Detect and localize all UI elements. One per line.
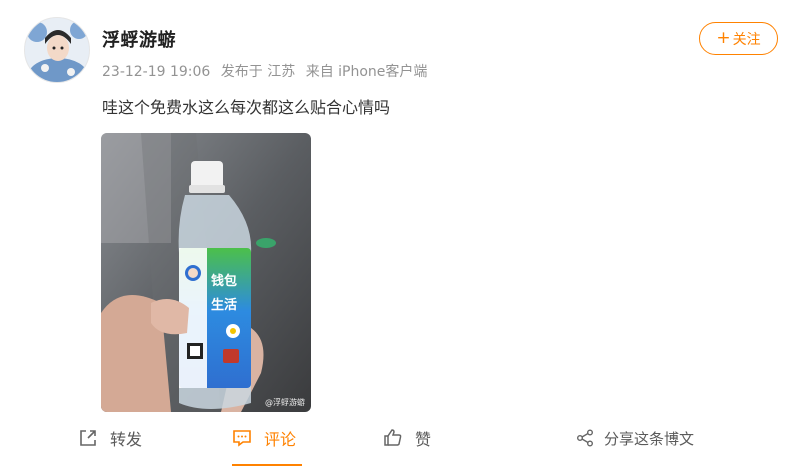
post-location: 发布于 江苏 bbox=[220, 64, 296, 80]
plus-icon: + bbox=[716, 28, 731, 48]
water-bottle-photo: 钱包 生活 bbox=[101, 133, 311, 412]
image-watermark: @浮蜉游蝣 bbox=[265, 398, 305, 407]
thumbs-up-icon bbox=[384, 429, 402, 446]
bottle-label-line2: 生活 bbox=[211, 297, 237, 313]
share-label: 分享这条博文 bbox=[604, 429, 695, 448]
post-text: 哇这个免费水这么每次都这么贴合心情吗 bbox=[102, 98, 391, 117]
repost-label: 转发 bbox=[110, 430, 143, 449]
username[interactable]: 浮蜉游蝣 bbox=[102, 26, 176, 52]
comment-tab-indicator bbox=[232, 464, 302, 466]
post-source: 来自 iPhone客户端 bbox=[305, 64, 428, 80]
post-actions: 转发 评论 赞 分享这条博文 bbox=[0, 420, 801, 460]
like-label: 赞 bbox=[415, 430, 432, 449]
avatar-image bbox=[25, 18, 89, 82]
post-meta: 23-12-19 19:06 发布于 江苏 来自 iPhone客户端 bbox=[102, 61, 433, 81]
repost-button[interactable]: 转发 bbox=[78, 420, 142, 456]
share-icon bbox=[577, 429, 593, 447]
avatar[interactable] bbox=[24, 17, 90, 83]
follow-button[interactable]: + 关注 bbox=[699, 22, 778, 55]
comment-button[interactable]: 评论 bbox=[232, 420, 296, 456]
like-button[interactable]: 赞 bbox=[383, 420, 431, 456]
comment-icon bbox=[233, 430, 251, 447]
post-image[interactable]: 钱包 生活 @浮蜉游蝣 bbox=[101, 133, 311, 412]
follow-label: 关注 bbox=[732, 31, 761, 48]
comment-label: 评论 bbox=[264, 430, 297, 449]
post-date[interactable]: 23-12-19 19:06 bbox=[102, 64, 210, 80]
bottle-label-line1: 钱包 bbox=[211, 273, 237, 289]
share-button[interactable]: 分享这条博文 bbox=[576, 420, 694, 456]
repost-icon bbox=[80, 430, 96, 446]
